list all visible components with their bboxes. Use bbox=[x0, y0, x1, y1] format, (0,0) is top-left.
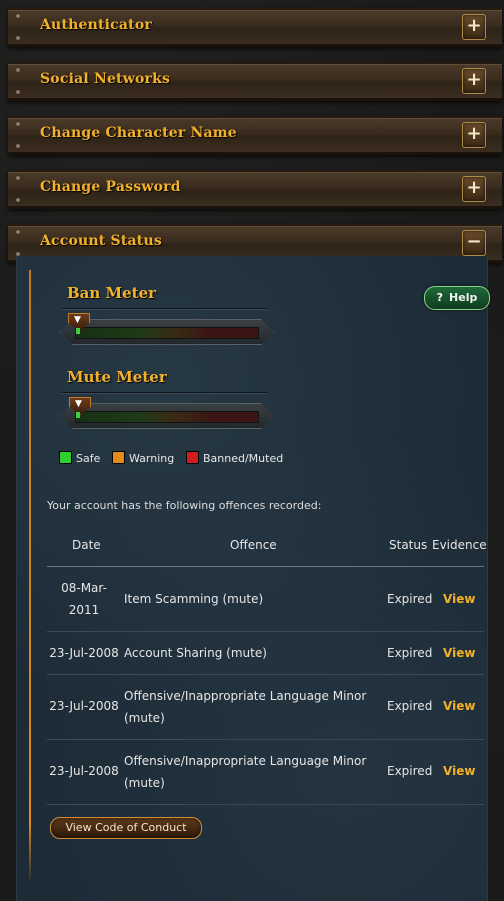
mute-meter-title: Mute Meter bbox=[67, 368, 167, 386]
offences-note: Your account has the following offences … bbox=[47, 499, 322, 512]
column-header-date: Date bbox=[72, 538, 101, 552]
view-evidence-link[interactable]: View bbox=[443, 588, 475, 610]
view-evidence-link[interactable]: View bbox=[443, 695, 475, 717]
offence-status: Expired bbox=[387, 646, 433, 660]
panel-rail bbox=[29, 270, 31, 885]
rivet bbox=[16, 36, 20, 40]
section-title: Social Networks bbox=[40, 71, 171, 87]
mute-meter-track bbox=[75, 411, 259, 423]
table-row: 08-Mar-2011 Item Scamming (mute) Expired… bbox=[47, 567, 484, 632]
section-title: Authenticator bbox=[40, 17, 152, 33]
offence-status: Expired bbox=[387, 699, 433, 713]
offence-name: Account Sharing (mute) bbox=[124, 646, 267, 660]
section-change-character-name[interactable]: Change Character Name + bbox=[8, 116, 502, 155]
rivet bbox=[16, 230, 20, 234]
ban-meter-rule bbox=[62, 308, 268, 310]
minus-icon[interactable]: − bbox=[462, 230, 486, 256]
section-change-password[interactable]: Change Password + bbox=[8, 170, 502, 209]
section-social-networks[interactable]: Social Networks + bbox=[8, 62, 502, 101]
offence-status: Expired bbox=[387, 764, 433, 778]
table-row: 23-Jul-2008 Offensive/Inappropriate Lang… bbox=[47, 740, 484, 805]
help-label: Help bbox=[449, 291, 478, 304]
question-icon: ? bbox=[436, 291, 444, 304]
mute-meter-rule bbox=[62, 392, 268, 394]
legend-label: Banned/Muted bbox=[203, 452, 284, 465]
mute-meter-level bbox=[76, 412, 80, 418]
view-evidence-link[interactable]: View bbox=[443, 642, 475, 664]
plus-icon[interactable]: + bbox=[462, 14, 486, 40]
mute-meter bbox=[60, 403, 274, 429]
ban-meter bbox=[60, 319, 274, 345]
triangle-down-icon: ▼ bbox=[75, 399, 82, 409]
rivet bbox=[16, 176, 20, 180]
rivet bbox=[16, 14, 20, 18]
rivet bbox=[16, 198, 20, 202]
offence-name: Offensive/Inappropriate Language Minor (… bbox=[124, 754, 367, 790]
legend-banned-muted: Banned/Muted bbox=[186, 451, 283, 465]
column-header-offence: Offence bbox=[230, 538, 277, 552]
legend-safe: Safe bbox=[59, 451, 100, 465]
legend-label: Safe bbox=[76, 452, 101, 465]
table-row: 23-Jul-2008 Offensive/Inappropriate Lang… bbox=[47, 675, 484, 740]
column-header-status: Status bbox=[389, 538, 428, 552]
column-header-evidence: Evidence bbox=[432, 538, 487, 552]
ban-meter-track bbox=[75, 327, 259, 339]
rivet bbox=[16, 122, 20, 126]
offence-date: 23-Jul-2008 bbox=[49, 764, 119, 778]
offence-date: 23-Jul-2008 bbox=[49, 646, 119, 660]
plus-icon[interactable]: + bbox=[462, 68, 486, 94]
safe-swatch bbox=[59, 451, 72, 464]
triangle-down-icon: ▼ bbox=[74, 315, 81, 325]
ban-meter-title: Ban Meter bbox=[67, 284, 157, 302]
banned-swatch bbox=[186, 451, 199, 464]
rivet bbox=[16, 68, 20, 72]
plus-icon[interactable]: + bbox=[462, 122, 486, 148]
offence-name: Item Scamming (mute) bbox=[124, 592, 264, 606]
offence-status: Expired bbox=[387, 592, 433, 606]
section-title: Change Password bbox=[40, 179, 181, 195]
plus-icon[interactable]: + bbox=[462, 176, 486, 202]
section-title: Change Character Name bbox=[40, 125, 237, 141]
rivet bbox=[16, 144, 20, 148]
ban-meter-level bbox=[76, 328, 80, 334]
view-evidence-link[interactable]: View bbox=[443, 760, 475, 782]
legend-warning: Warning bbox=[112, 451, 174, 465]
warning-swatch bbox=[112, 451, 125, 464]
offence-date: 23-Jul-2008 bbox=[49, 699, 119, 713]
offence-date: 08-Mar-2011 bbox=[61, 581, 107, 617]
legend-label: Warning bbox=[129, 452, 175, 465]
table-row: 23-Jul-2008 Account Sharing (mute) Expir… bbox=[47, 632, 484, 675]
section-authenticator[interactable]: Authenticator + bbox=[8, 8, 502, 47]
view-code-of-conduct-button[interactable]: View Code of Conduct bbox=[50, 817, 202, 839]
rivet bbox=[16, 90, 20, 94]
section-title: Account Status bbox=[40, 233, 162, 249]
help-button[interactable]: ? Help bbox=[424, 286, 490, 310]
offence-name: Offensive/Inappropriate Language Minor (… bbox=[124, 689, 367, 725]
